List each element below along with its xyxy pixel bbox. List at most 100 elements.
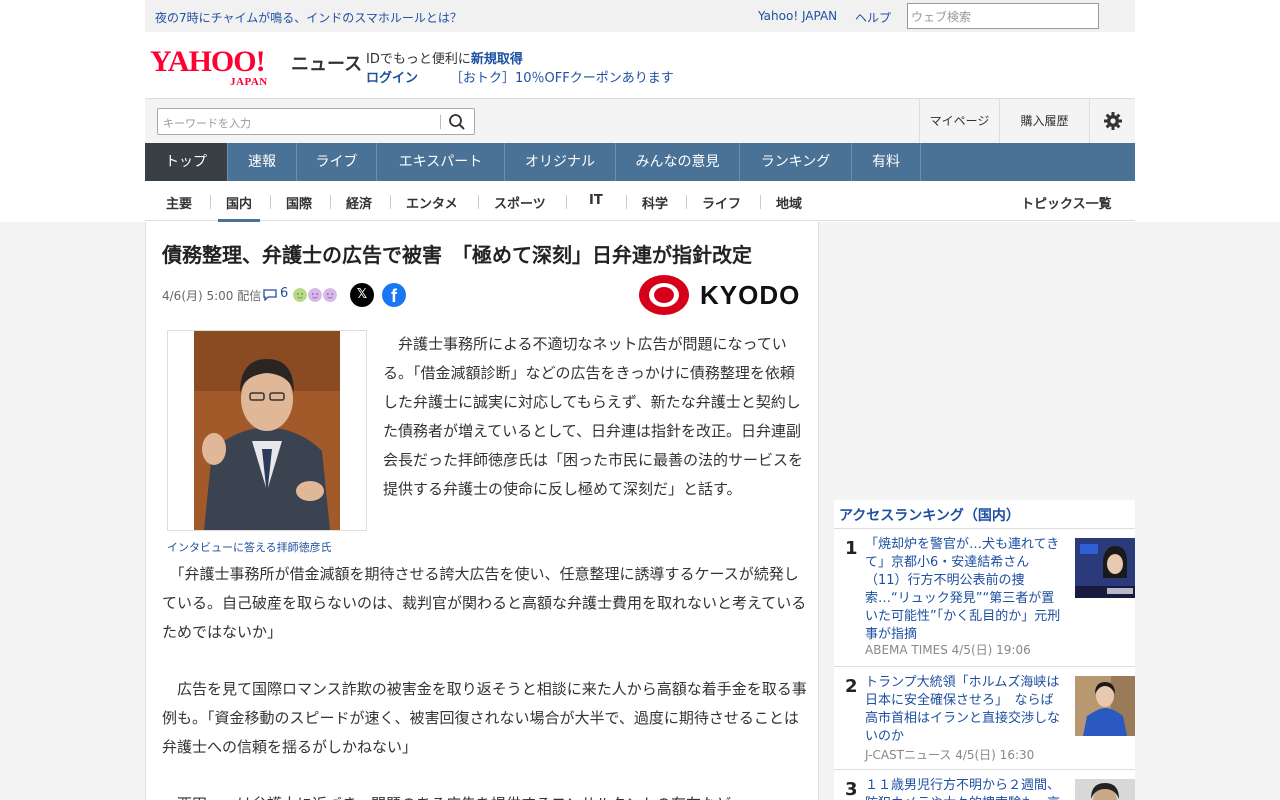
- web-search-input[interactable]: ウェブ検索: [907, 3, 1099, 29]
- keyword-search-box[interactable]: キーワードを入力: [157, 108, 475, 135]
- ranking-source: J-CASTニュース 4/5(日) 16:30: [865, 748, 1035, 762]
- news-thumbnail-image: [1075, 676, 1135, 736]
- article-title: 債務整理、弁護士の広告で被害 「極めて深刻」日弁連が指針改定: [162, 243, 752, 267]
- purchase-history-label: 購入履歴: [1020, 114, 1069, 128]
- top-bar: 夜の7時にチャイムが鳴る、インドのスマホルールとは？ Yahoo! JAPAN …: [145, 0, 1135, 32]
- main-nav: トップ 速報 ライブ エキスパート オリジナル みんなの意見 ランキング 有料: [145, 143, 1135, 181]
- provider-logo[interactable]: KYODO: [638, 274, 801, 316]
- article-meta: 4/6(月) 5:00 配信: [162, 287, 261, 304]
- ranking-number: 3: [845, 779, 858, 800]
- kyodo-mark-icon: [639, 275, 689, 315]
- mypage-link[interactable]: マイページ: [919, 99, 999, 144]
- cat-economy[interactable]: 経済: [346, 193, 372, 212]
- man-portrait-image: [194, 331, 340, 530]
- site-header: YAHOO! JAPAN ニュース IDでもっと便利に新規取得 ログイン ［おト…: [145, 32, 1135, 98]
- cat-science[interactable]: 科学: [642, 193, 668, 212]
- article-delivered: 配信: [237, 289, 262, 303]
- ranking-heading[interactable]: アクセスランキング（国内）: [839, 505, 1020, 525]
- keyword-search-input[interactable]: キーワードを入力: [163, 115, 251, 131]
- reaction-understand-icon[interactable]: [308, 288, 322, 302]
- cat-region[interactable]: 地域: [776, 193, 802, 212]
- ranking-number: 2: [845, 676, 858, 697]
- yahoo-japan-link[interactable]: Yahoo! JAPAN: [758, 9, 837, 23]
- cat-international[interactable]: 国際: [286, 193, 312, 212]
- tab-breaking[interactable]: 速報: [228, 143, 297, 181]
- search-icon[interactable]: [448, 113, 466, 131]
- ranking-divider: [834, 528, 1135, 529]
- topics-list-link[interactable]: トピックス一覧: [1021, 193, 1112, 212]
- ranking-source: ABEMA TIMES 4/5(日) 19:06: [865, 643, 1031, 657]
- article-photo[interactable]: [167, 330, 367, 531]
- search-divider: [440, 115, 441, 129]
- cat-divider: [566, 195, 567, 209]
- cat-divider: [330, 195, 331, 209]
- x-share-icon[interactable]: 𝕏: [350, 283, 374, 307]
- ranking-thumbnail[interactable]: [1075, 538, 1135, 598]
- ranking-title[interactable]: 「焼却炉を警官が…犬も連れてきて」京都小6・安達結希さん（11）行方不明公表前の…: [865, 536, 1065, 644]
- cat-divider: [686, 195, 687, 209]
- settings-button[interactable]: [1089, 99, 1135, 144]
- cat-entertainment[interactable]: エンタメ: [406, 193, 458, 212]
- top-headline-link[interactable]: 夜の7時にチャイムが鳴る、インドのスマホルールとは？: [155, 9, 462, 26]
- ranking-thumbnail[interactable]: [1075, 779, 1135, 800]
- cat-main[interactable]: 主要: [166, 193, 192, 212]
- cat-divider: [478, 195, 479, 209]
- help-link[interactable]: ヘルプ: [855, 9, 891, 26]
- search-row: キーワードを入力 マイページ 購入履歴: [145, 98, 1135, 144]
- tab-opinions[interactable]: みんなの意見: [616, 143, 740, 181]
- tab-paid[interactable]: 有料: [852, 143, 921, 181]
- news-section-label[interactable]: ニュース: [291, 50, 362, 76]
- cat-divider: [626, 195, 627, 209]
- ranking-item[interactable]: 3 １１歳男児行方不明から２週間、防犯カメラや大々的捜索験も…京都: [834, 771, 1135, 800]
- ranking-item[interactable]: 1 「焼却炉を警官が…犬も連れてきて」京都小6・安達結希さん（11）行方不明公表…: [834, 530, 1135, 667]
- tab-expert[interactable]: エキスパート: [377, 143, 505, 181]
- ranking-title[interactable]: １１歳男児行方不明から２週間、防犯カメラや大々的捜索験も…京都: [865, 777, 1065, 800]
- cat-life[interactable]: ライフ: [702, 193, 741, 212]
- tab-top[interactable]: トップ: [145, 143, 228, 181]
- comment-icon[interactable]: [263, 289, 277, 301]
- access-ranking: アクセスランキング（国内） 1 「焼却炉を警官が…犬も連れてきて」京都小6・安達…: [834, 500, 1135, 800]
- purchase-history-link[interactable]: 購入履歴: [999, 99, 1089, 144]
- article-paragraph: 弁護士事務所による不適切なネット広告が問題になっている。「借金減額診断」などの広…: [383, 335, 804, 498]
- article-date: 4/6(月) 5:00: [162, 289, 234, 303]
- tab-ranking[interactable]: ランキング: [740, 143, 852, 181]
- signup-link[interactable]: 新規取得: [471, 52, 523, 67]
- ranking-separator: [834, 769, 1135, 770]
- id-promo: IDでもっと便利に新規取得: [366, 48, 523, 67]
- reaction-think-icon[interactable]: [323, 288, 337, 302]
- yahoo-logo[interactable]: YAHOO! JAPAN: [150, 45, 290, 89]
- tab-live[interactable]: ライブ: [297, 143, 377, 181]
- article-paragraph: 西田――は弁護士に近づき、問題のある広告を提供するコンサルタントの存在など: [162, 790, 807, 800]
- coupon-link[interactable]: ［おトク］10％OFFクーポンあります: [450, 67, 674, 86]
- category-nav: 主要 国内 国際 経済 エンタメ スポーツ IT 科学 ライフ 地域 トピックス…: [145, 181, 1135, 222]
- news-thumbnail-image: [1075, 538, 1135, 598]
- comment-count[interactable]: 6: [280, 286, 288, 301]
- facebook-share-icon[interactable]: f: [382, 283, 406, 307]
- id-promo-text: IDでもっと便利に: [366, 52, 471, 67]
- logo-yahoo-text: YAHOO!: [150, 45, 266, 78]
- ranking-thumbnail[interactable]: [1075, 676, 1135, 736]
- ranking-item[interactable]: 2 トランプ大統領「ホルムズ海峡は日本に安全確保させろ」 ならば高市首相はイラン…: [834, 668, 1135, 770]
- article-paragraph: 「弁護士事務所が借金減額を期待させる誇大広告を使い、任意整理に誘導するケースが続…: [162, 565, 807, 641]
- article: 債務整理、弁護士の広告で被害 「極めて深刻」日弁連が指針改定 4/6(月) 5:…: [145, 222, 819, 800]
- tab-original[interactable]: オリジナル: [505, 143, 616, 181]
- mypage-label: マイページ: [929, 114, 990, 128]
- provider-name: KYODO: [700, 280, 801, 310]
- logo-japan-text: JAPAN: [230, 76, 268, 88]
- cat-divider: [210, 195, 211, 209]
- cat-divider: [270, 195, 271, 209]
- photo-caption[interactable]: インタビューに答える拝師徳彦氏: [167, 539, 332, 555]
- reaction-learn-icon[interactable]: [293, 288, 307, 302]
- cat-sports[interactable]: スポーツ: [494, 193, 546, 212]
- cat-divider: [390, 195, 391, 209]
- ranking-number: 1: [845, 538, 858, 559]
- login-link[interactable]: ログイン: [366, 67, 418, 86]
- cat-it[interactable]: IT: [589, 193, 603, 208]
- cat-divider: [760, 195, 761, 209]
- ranking-separator: [834, 666, 1135, 667]
- ranking-title[interactable]: トランプ大統領「ホルムズ海峡は日本に安全確保させろ」 ならば高市首相はイランと直…: [865, 674, 1065, 746]
- news-thumbnail-image: [1075, 779, 1135, 800]
- cat-domestic[interactable]: 国内: [218, 193, 261, 222]
- article-paragraph: 広告を見て国際ロマンス詐欺の被害金を取り返そうと相談に来た人から高額な着手金を取…: [162, 680, 807, 756]
- gear-icon: [1103, 112, 1122, 130]
